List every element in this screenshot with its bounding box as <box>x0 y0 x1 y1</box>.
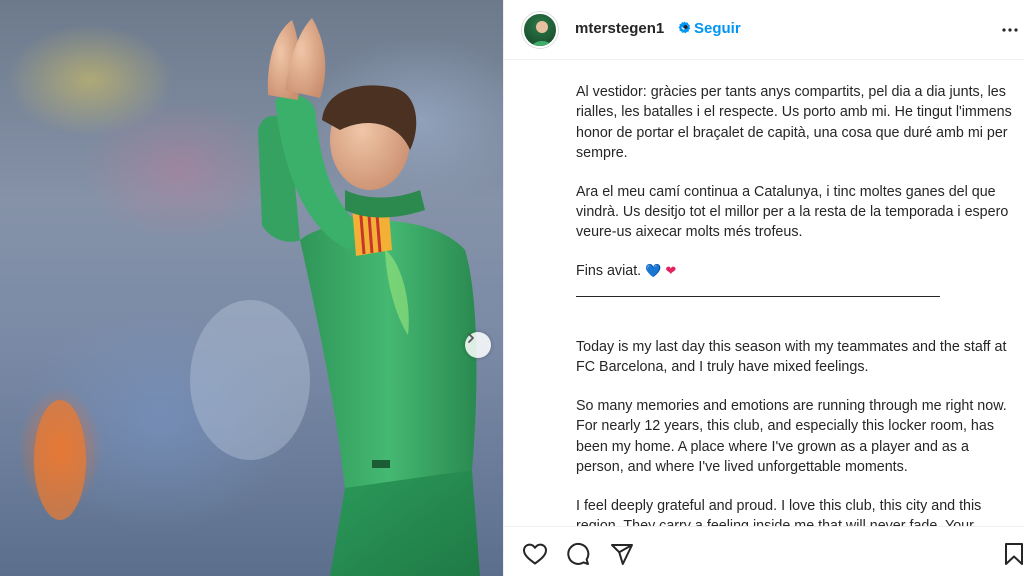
heart-outline-icon <box>523 543 547 565</box>
avatar[interactable] <box>522 12 558 48</box>
post-photo[interactable] <box>0 0 503 576</box>
comment-button[interactable] <box>566 542 590 571</box>
like-button[interactable] <box>522 542 548 571</box>
caption-divider <box>576 295 940 297</box>
post-header: mterstegen1 • Seguir <box>504 0 1024 60</box>
chevron-right-icon <box>468 333 474 343</box>
caption-paragraph: Ara el meu camí continua a Catalunya, i … <box>576 183 1009 241</box>
paper-plane-icon <box>611 544 633 565</box>
red-heart-emoji: ❤ <box>665 263 677 279</box>
caption-signoff: Fins aviat. 💙 ❤ <box>576 261 1016 281</box>
comment-bubble-icon <box>567 542 590 565</box>
caption-paragraph: I feel deeply grateful and proud. I love… <box>576 497 982 526</box>
caption-paragraph: So many memories and emotions are runnin… <box>576 398 1007 475</box>
post-sidebar: mterstegen1 • Seguir Al vestidor: gràcie… <box>503 0 1024 576</box>
share-button[interactable] <box>610 542 634 571</box>
caption-paragraph: Fins aviat. <box>576 263 642 280</box>
more-options-button[interactable] <box>1002 22 1018 43</box>
carousel-next-button[interactable] <box>465 332 491 358</box>
post-actions-bar <box>504 526 1024 576</box>
author-username[interactable]: mterstegen1 <box>575 20 664 37</box>
caption-paragraph: Today is my last day this season with my… <box>576 338 1007 376</box>
caption-paragraph: Al vestidor: gràcies per tants anys comp… <box>576 84 1012 161</box>
profile-photo-icon <box>531 21 553 46</box>
goalkeeper-applauding-image <box>34 18 480 576</box>
bookmark-icon <box>1005 543 1023 565</box>
blue-heart-emoji: 💙 <box>645 263 662 279</box>
post-caption: Al vestidor: gràcies per tants anys comp… <box>576 82 1016 526</box>
separator-dot: • <box>683 19 689 36</box>
save-button[interactable] <box>1004 542 1024 571</box>
follow-button[interactable]: Seguir <box>694 20 741 37</box>
more-options-icon <box>1002 28 1018 32</box>
